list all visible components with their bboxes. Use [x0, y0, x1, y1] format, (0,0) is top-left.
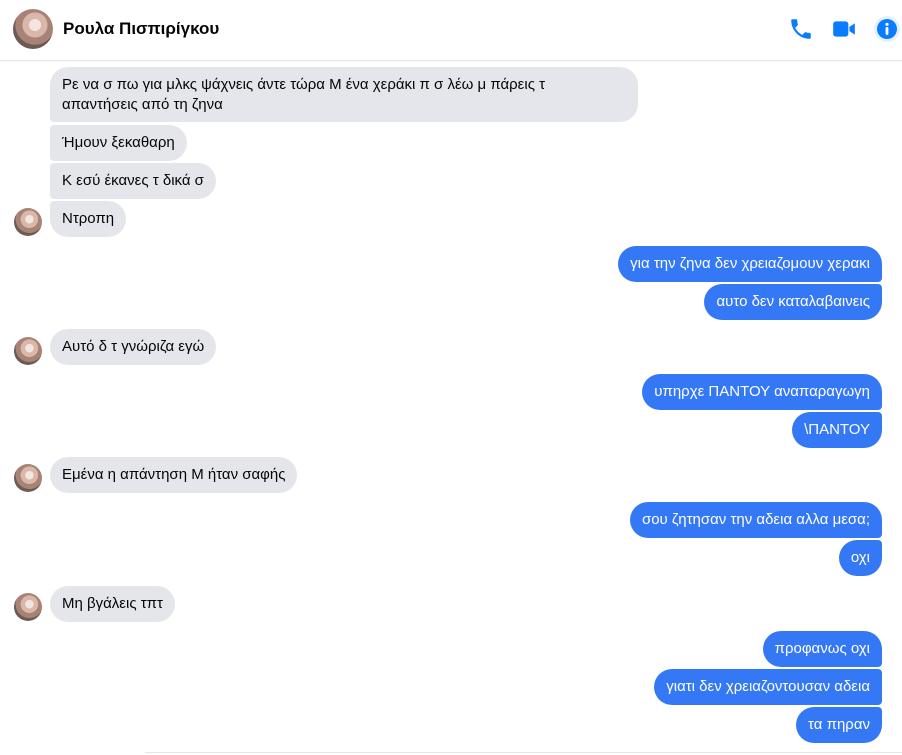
- message-bubble-incoming[interactable]: Ήμουν ξεκαθαρη: [50, 125, 187, 161]
- message-bubble-incoming[interactable]: Κ εσύ έκανες τ δικά σ: [50, 163, 216, 199]
- video-camera-icon[interactable]: [831, 16, 857, 42]
- message-bubble-outgoing[interactable]: προφανως οχι: [762, 631, 882, 667]
- message-bubble-outgoing[interactable]: αυτο δεν καταλαβαινεις: [704, 284, 882, 320]
- message-bubble-incoming[interactable]: Ρε να σ πω για μλκς ψάχνεις άντε τώρα Μ …: [50, 67, 638, 122]
- message-bubble-outgoing[interactable]: \ΠΑΝΤΟΥ: [792, 412, 882, 448]
- contact-avatar-small: [14, 208, 42, 236]
- info-icon[interactable]: [874, 16, 900, 42]
- contact-avatar-small: [14, 593, 42, 621]
- contact-avatar-small: [14, 464, 42, 492]
- message-line: Ρε να σ πω για μλκς ψάχνεις άντε τώρα Μ …: [62, 76, 546, 93]
- message-bubble-outgoing[interactable]: για την ζηνα δεν χρειαζομουν χερακι: [618, 246, 882, 282]
- message-bubble-incoming[interactable]: Μη βγάλεις τπτ: [50, 586, 175, 622]
- message-bubble-incoming[interactable]: Αυτό δ τ γνώριζα εγώ: [50, 329, 217, 365]
- message-bubble-outgoing[interactable]: γιατι δεν χρειαζοντουσαν αδεια: [654, 669, 882, 705]
- message-bubble-outgoing[interactable]: τα πηραν: [796, 707, 882, 743]
- message-line: απαντήσεις από τη ζηνα: [62, 96, 223, 113]
- contact-avatar[interactable]: [13, 9, 53, 49]
- message-bubble-incoming[interactable]: Ντροπη: [50, 201, 127, 237]
- contact-avatar-small: [14, 337, 42, 365]
- composer-divider: [145, 752, 902, 753]
- contact-name[interactable]: Ρουλα Πισπιρίγκου: [63, 19, 219, 39]
- message-bubble-outgoing[interactable]: οχι: [838, 540, 882, 576]
- chat-header: Ρουλα Πισπιρίγκου: [0, 0, 902, 61]
- message-bubble-outgoing[interactable]: σου ζητησαν την αδεια αλλα μεσα;: [629, 502, 882, 538]
- message-bubble-outgoing[interactable]: υπηρχε ΠΑΝΤΟΥ αναπαραγωγη: [642, 374, 882, 410]
- phone-icon[interactable]: [788, 16, 814, 42]
- message-bubble-incoming[interactable]: Εμένα η απάντηση Μ ήταν σαφής: [50, 457, 298, 493]
